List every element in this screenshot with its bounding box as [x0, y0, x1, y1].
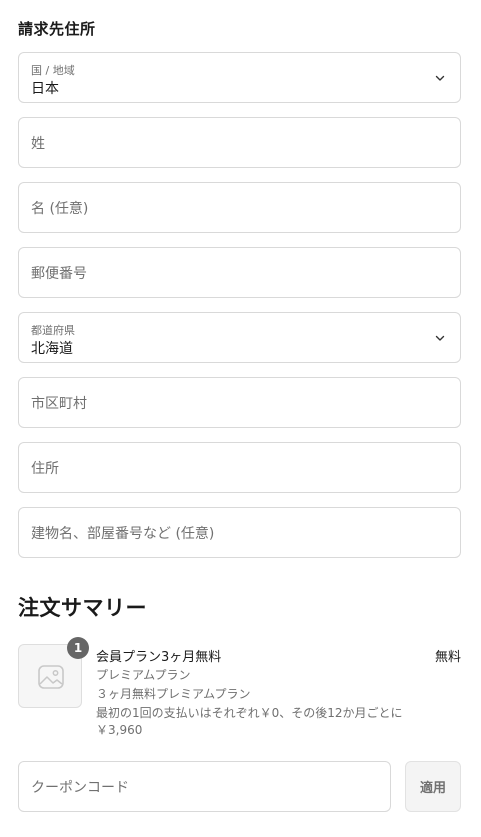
billing-address-heading: 請求先住所	[18, 20, 96, 38]
item-description: ３ヶ月無料プレミアムプラン	[96, 687, 251, 701]
item-title: 会員プラン3ヶ月無料	[96, 650, 222, 665]
first-name-placeholder: 名 (任意)	[31, 200, 89, 217]
prefecture-value: 北海道	[31, 341, 73, 357]
item-billing-amount: ￥3,960	[96, 723, 143, 737]
city-field[interactable]: 市区町村	[18, 377, 461, 428]
coupon-code-placeholder: クーポンコード	[31, 779, 129, 796]
country-label: 国 / 地域	[31, 64, 75, 77]
image-placeholder-icon	[38, 665, 64, 689]
country-select[interactable]: 国 / 地域 日本	[18, 52, 461, 103]
last-name-field[interactable]: 姓	[18, 117, 461, 168]
city-placeholder: 市区町村	[31, 395, 87, 412]
building-field[interactable]: 建物名、部屋番号など (任意)	[18, 507, 461, 558]
country-value: 日本	[31, 81, 59, 97]
address-placeholder: 住所	[31, 460, 59, 477]
last-name-placeholder: 姓	[31, 135, 45, 152]
item-billing-note: 最初の1回の支払いはそれぞれ￥0、その後12か月ごとに	[96, 706, 403, 720]
prefecture-select[interactable]: 都道府県 北海道	[18, 312, 461, 363]
chevron-down-icon	[435, 75, 445, 81]
address-field[interactable]: 住所	[18, 442, 461, 493]
item-subtitle: プレミアムプラン	[96, 668, 191, 682]
prefecture-label: 都道府県	[31, 324, 75, 337]
coupon-code-field[interactable]: クーポンコード	[18, 761, 391, 812]
postal-code-field[interactable]: 郵便番号	[18, 247, 461, 298]
first-name-field[interactable]: 名 (任意)	[18, 182, 461, 233]
apply-coupon-button[interactable]: 適用	[405, 761, 461, 812]
item-price: 無料	[434, 650, 461, 665]
quantity-badge: 1	[67, 637, 89, 659]
postal-code-placeholder: 郵便番号	[31, 265, 87, 282]
building-placeholder: 建物名、部屋番号など (任意)	[31, 525, 215, 542]
order-summary-heading: 注文サマリー	[18, 596, 147, 620]
chevron-down-icon	[435, 335, 445, 341]
checkout-page: 請求先住所 国 / 地域 日本 姓 名 (任意) 郵便番号 都道府県 北海道 市…	[0, 0, 481, 837]
